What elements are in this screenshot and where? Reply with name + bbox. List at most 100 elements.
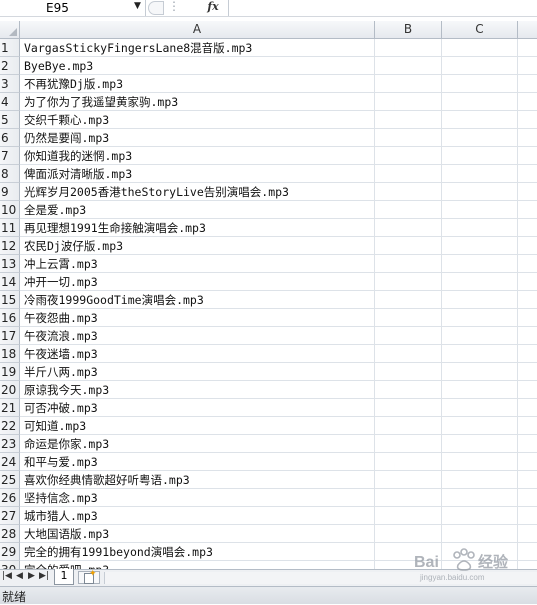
column-header-a[interactable]: A (20, 21, 375, 38)
row-header[interactable]: 30 (0, 561, 20, 569)
formula-input[interactable] (228, 0, 537, 16)
cell-b[interactable] (375, 291, 442, 309)
cell-d[interactable] (518, 129, 537, 147)
sheet-tab-1[interactable]: 1 (54, 569, 74, 585)
formula-bar-splitter[interactable] (148, 1, 164, 15)
row-header[interactable]: 21 (0, 399, 20, 417)
cell-d[interactable] (518, 39, 537, 57)
row-header[interactable]: 8 (0, 165, 20, 183)
row-header[interactable]: 4 (0, 93, 20, 111)
cell-d[interactable] (518, 201, 537, 219)
cell-c[interactable] (442, 381, 518, 399)
cell-d[interactable] (518, 417, 537, 435)
cell-c[interactable] (442, 39, 518, 57)
row-header[interactable]: 24 (0, 453, 20, 471)
cell-d[interactable] (518, 255, 537, 273)
cell-b[interactable] (375, 129, 442, 147)
cell-d[interactable] (518, 111, 537, 129)
row-header[interactable]: 15 (0, 291, 20, 309)
row-header[interactable]: 11 (0, 219, 20, 237)
cell-b[interactable] (375, 255, 442, 273)
cell-b[interactable] (375, 381, 442, 399)
cell-d[interactable] (518, 525, 537, 543)
cell-d[interactable] (518, 309, 537, 327)
cell-b[interactable] (375, 93, 442, 111)
row-header[interactable]: 5 (0, 111, 20, 129)
cell-c[interactable] (442, 111, 518, 129)
cell-d[interactable] (518, 165, 537, 183)
row-header[interactable]: 23 (0, 435, 20, 453)
cell-b[interactable] (375, 435, 442, 453)
cell-c[interactable] (442, 345, 518, 363)
cell-d[interactable] (518, 183, 537, 201)
cell-c[interactable] (442, 327, 518, 345)
cell-c[interactable] (442, 471, 518, 489)
insert-sheet-button[interactable]: ✦ (78, 569, 100, 584)
name-box[interactable]: E95 ▼ (0, 0, 146, 16)
column-header-c[interactable]: C (442, 21, 518, 38)
cell-b[interactable] (375, 57, 442, 75)
row-header[interactable]: 10 (0, 201, 20, 219)
cell-c[interactable] (442, 435, 518, 453)
cell-d[interactable] (518, 489, 537, 507)
cell-c[interactable] (442, 201, 518, 219)
cell-b[interactable] (375, 345, 442, 363)
cell-b[interactable] (375, 507, 442, 525)
cell-b[interactable] (375, 39, 442, 57)
cell-c[interactable] (442, 147, 518, 165)
row-header[interactable]: 7 (0, 147, 20, 165)
cell-b[interactable] (375, 309, 442, 327)
cell-b[interactable] (375, 453, 442, 471)
row-header[interactable]: 2 (0, 57, 20, 75)
cell-b[interactable] (375, 183, 442, 201)
row-header[interactable]: 27 (0, 507, 20, 525)
row-header[interactable]: 20 (0, 381, 20, 399)
column-header-d[interactable] (518, 21, 537, 38)
cell-d[interactable] (518, 327, 537, 345)
cell-c[interactable] (442, 183, 518, 201)
cell-b[interactable] (375, 417, 442, 435)
cell-d[interactable] (518, 147, 537, 165)
cell-b[interactable] (375, 111, 442, 129)
cell-c[interactable] (442, 525, 518, 543)
cell-c[interactable] (442, 93, 518, 111)
row-header[interactable]: 19 (0, 363, 20, 381)
cell-d[interactable] (518, 75, 537, 93)
chevron-down-icon[interactable]: ▼ (134, 1, 141, 11)
cell-c[interactable] (442, 129, 518, 147)
cell-b[interactable] (375, 147, 442, 165)
cell-b[interactable] (375, 471, 442, 489)
cell-c[interactable] (442, 165, 518, 183)
cell-d[interactable] (518, 507, 537, 525)
insert-function-button[interactable]: fx (200, 0, 226, 16)
cell-b[interactable] (375, 363, 442, 381)
cell-d[interactable] (518, 219, 537, 237)
cell-b[interactable] (375, 219, 442, 237)
row-header[interactable]: 9 (0, 183, 20, 201)
row-header[interactable]: 12 (0, 237, 20, 255)
cell-d[interactable] (518, 399, 537, 417)
cell-c[interactable] (442, 255, 518, 273)
cell-d[interactable] (518, 291, 537, 309)
row-header[interactable]: 16 (0, 309, 20, 327)
cell-c[interactable] (442, 273, 518, 291)
row-header[interactable]: 22 (0, 417, 20, 435)
row-header[interactable]: 14 (0, 273, 20, 291)
tab-first-icon[interactable]: |◀ (2, 571, 12, 581)
cell-c[interactable] (442, 453, 518, 471)
cell-d[interactable] (518, 453, 537, 471)
cell-b[interactable] (375, 273, 442, 291)
row-header[interactable]: 17 (0, 327, 20, 345)
cell-b[interactable] (375, 489, 442, 507)
cell-b[interactable] (375, 201, 442, 219)
cell-b[interactable] (375, 165, 442, 183)
cell-d[interactable] (518, 381, 537, 399)
cell-b[interactable] (375, 525, 442, 543)
cell-c[interactable] (442, 75, 518, 93)
cell-c[interactable] (442, 399, 518, 417)
cell-d[interactable] (518, 57, 537, 75)
cell-b[interactable] (375, 237, 442, 255)
cell-c[interactable] (442, 219, 518, 237)
row-header[interactable]: 13 (0, 255, 20, 273)
tab-prev-icon[interactable]: ◀ (16, 571, 23, 581)
